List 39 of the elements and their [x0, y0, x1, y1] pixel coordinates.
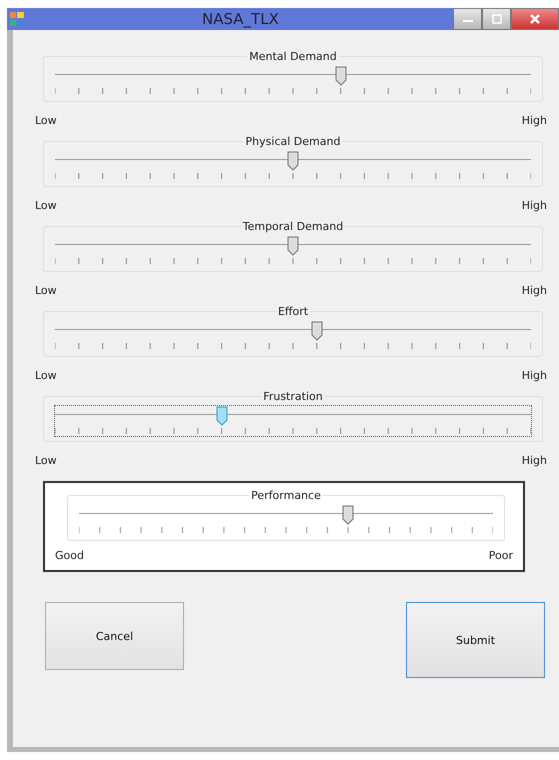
scale-high-label: High — [522, 284, 547, 297]
slider-track[interactable] — [78, 504, 494, 536]
maximize-button[interactable] — [482, 8, 511, 30]
submit-button[interactable]: Submit — [406, 602, 545, 678]
slider-track[interactable] — [54, 405, 532, 437]
slider-thumb[interactable] — [334, 66, 347, 86]
window-title: NASA_TLX — [202, 10, 279, 28]
scale-high-label: High — [522, 454, 547, 467]
slider-label: Frustration — [262, 390, 324, 403]
slider-thumb[interactable] — [342, 505, 354, 525]
scale-low-label: Low — [35, 454, 57, 467]
close-button[interactable] — [511, 8, 559, 30]
scale-high-label: Poor — [488, 549, 513, 562]
slider-label: Physical Demand — [244, 135, 342, 148]
minimize-button[interactable] — [453, 8, 482, 30]
slider-label: Mental Demand — [248, 50, 338, 63]
scale-low-label: Low — [35, 114, 57, 127]
app-icon — [10, 12, 24, 26]
slider-label: Performance — [250, 489, 322, 502]
slider-label: Temporal Demand — [242, 220, 344, 233]
slider-track[interactable] — [54, 235, 532, 267]
scale-high-label: High — [522, 114, 547, 127]
slider-track[interactable] — [54, 65, 532, 97]
cancel-button[interactable]: Cancel — [45, 602, 184, 670]
slider-label: Effort — [276, 305, 310, 318]
scale-low-label: Good — [55, 549, 84, 562]
slider-track[interactable] — [54, 150, 532, 182]
slider-thumb[interactable] — [310, 321, 323, 341]
close-icon — [529, 13, 541, 25]
scale-low-label: Low — [35, 199, 57, 212]
slider-thumb[interactable] — [287, 236, 299, 256]
scale-low-label: Low — [35, 369, 57, 382]
scale-high-label: High — [522, 369, 547, 382]
scale-high-label: High — [522, 199, 547, 212]
slider-track[interactable] — [54, 320, 532, 352]
scale-low-label: Low — [35, 284, 57, 297]
maximize-icon — [490, 14, 502, 24]
slider-thumb[interactable] — [216, 406, 228, 426]
slider-thumb[interactable] — [287, 151, 299, 171]
